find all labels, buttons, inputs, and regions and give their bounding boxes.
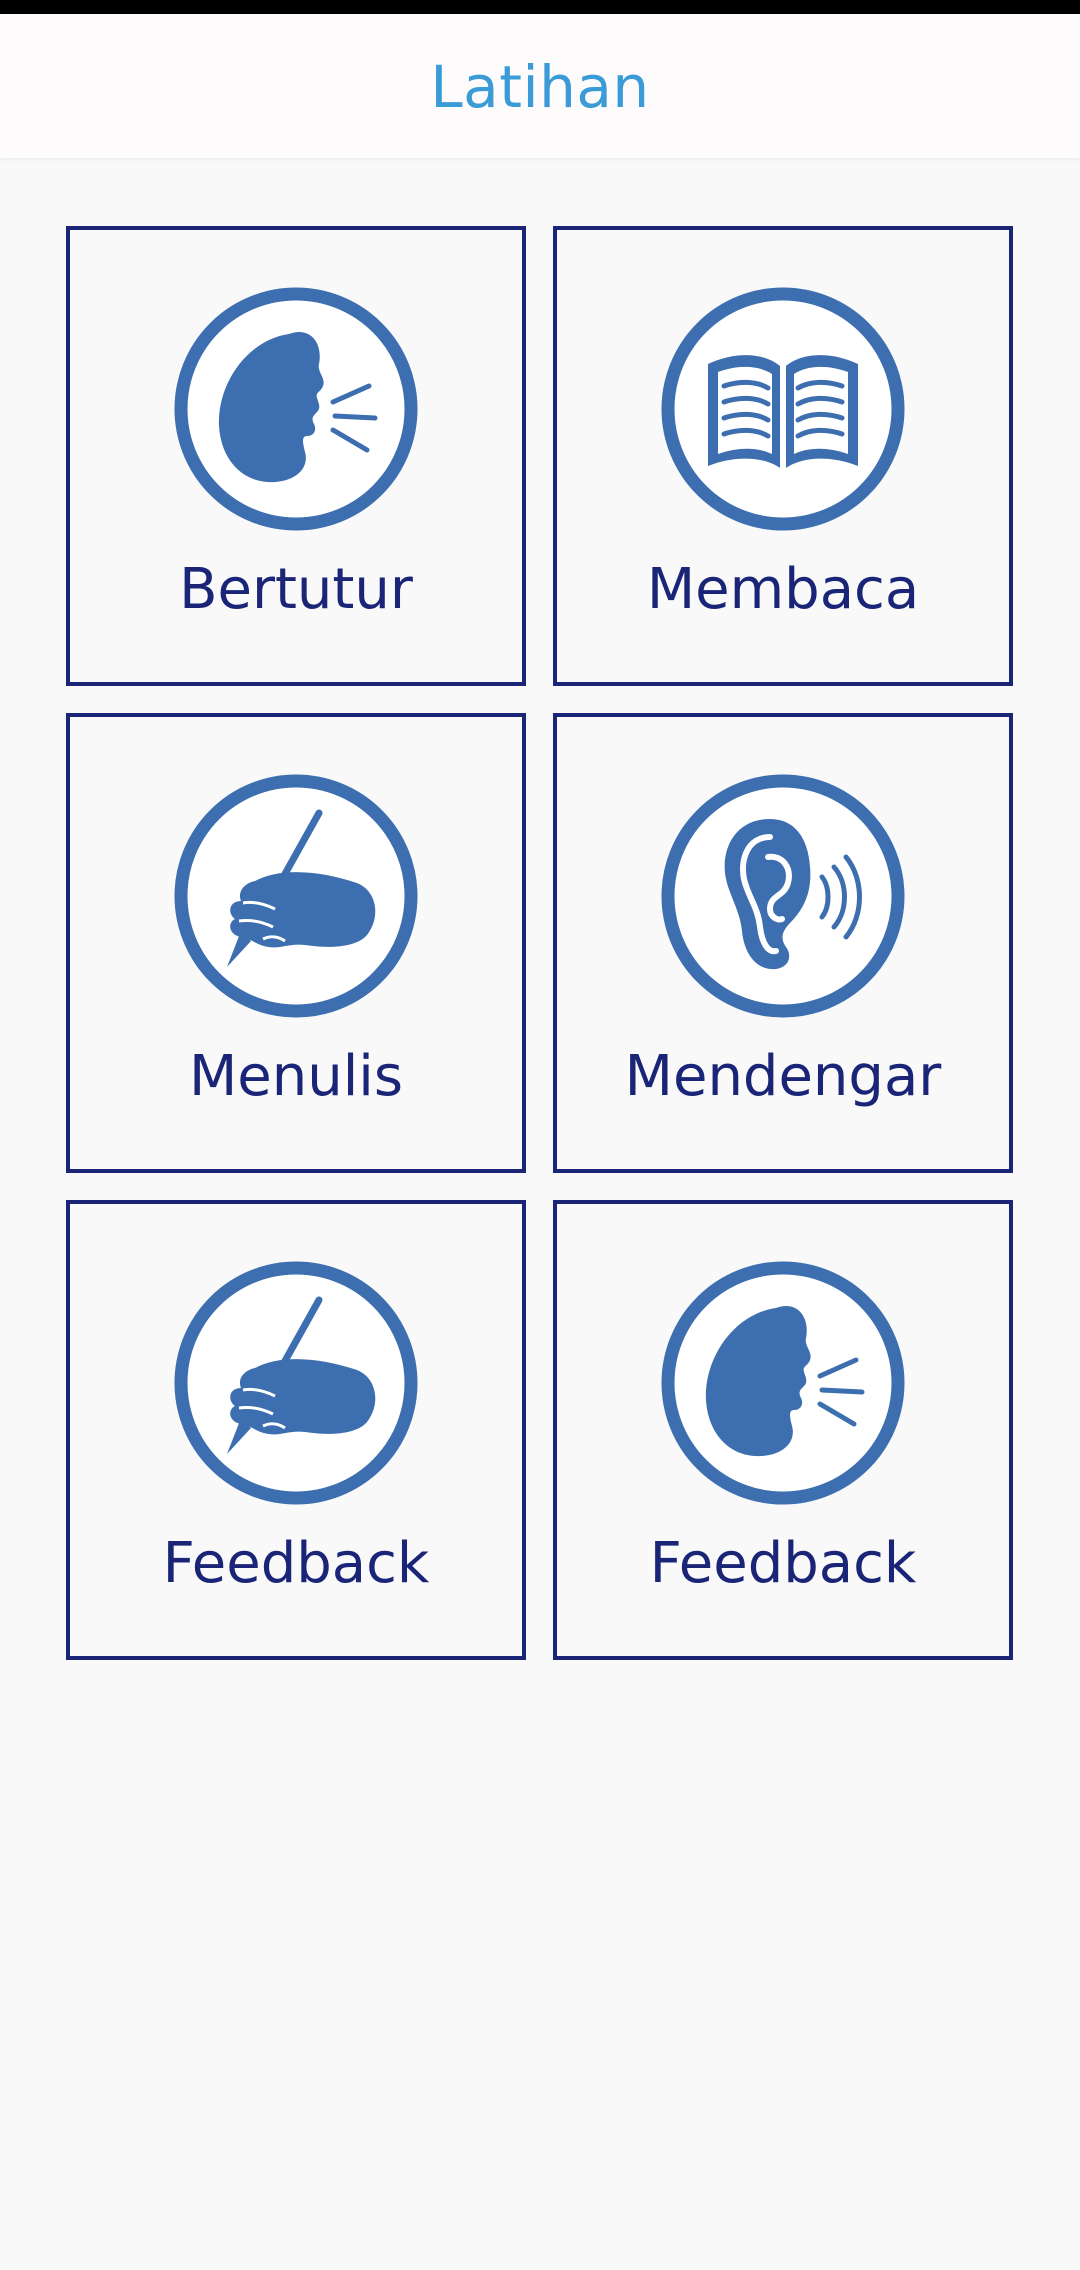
speaking-head-icon [171, 284, 421, 534]
card-label: Mendengar [624, 1044, 942, 1109]
speaking-head-icon [658, 1258, 908, 1508]
listening-ear-icon [658, 771, 908, 1021]
app-bar: Latihan [0, 14, 1080, 158]
card-menulis[interactable]: Menulis [66, 713, 526, 1173]
card-label: Menulis [188, 1044, 404, 1109]
card-label: Membaca [646, 557, 920, 622]
card-feedback-speaking[interactable]: Feedback [553, 1200, 1013, 1660]
card-label: Feedback [162, 1531, 430, 1596]
card-label: Bertutur [179, 557, 413, 622]
card-membaca[interactable]: Membaca [553, 226, 1013, 686]
status-bar [0, 0, 1080, 14]
writing-hand-icon [171, 771, 421, 1021]
exercise-grid: Bertutur Membaca Menulis Mendengar Feedb… [66, 226, 1014, 1660]
page-title: Latihan [430, 53, 650, 121]
open-book-icon [658, 284, 908, 534]
card-bertutur[interactable]: Bertutur [66, 226, 526, 686]
card-label: Feedback [649, 1531, 917, 1596]
writing-hand-icon [171, 1258, 421, 1508]
card-mendengar[interactable]: Mendengar [553, 713, 1013, 1173]
card-feedback-writing[interactable]: Feedback [66, 1200, 526, 1660]
